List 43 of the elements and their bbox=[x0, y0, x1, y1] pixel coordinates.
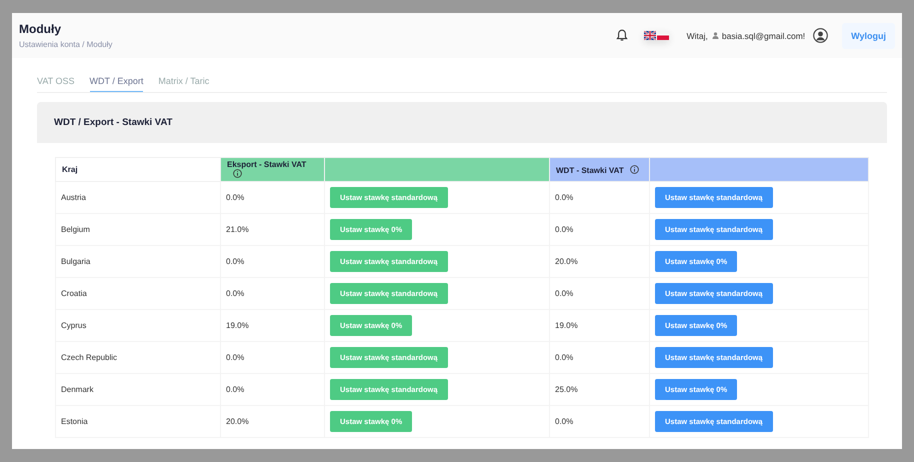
table-cell: 0.0% bbox=[550, 342, 650, 374]
tab[interactable]: WDT / Export bbox=[90, 74, 144, 92]
table-cell: 0.0% bbox=[220, 374, 324, 406]
page-title: Moduły bbox=[19, 22, 62, 36]
table-cell: Cyprus bbox=[56, 310, 220, 342]
table-cell: Croatia bbox=[56, 278, 220, 310]
column-header: Kraj bbox=[56, 158, 220, 182]
table-cell: Estonia bbox=[56, 406, 220, 438]
table-cell: 0.0% bbox=[550, 406, 650, 438]
table-cell: Bulgaria bbox=[56, 246, 220, 278]
table-cell: Austria bbox=[56, 182, 220, 214]
table-cell: 21.0% bbox=[220, 214, 324, 246]
greeting-text: Witaj, bbox=[686, 30, 708, 40]
info-icon[interactable] bbox=[233, 169, 242, 178]
table-cell: 19.0% bbox=[220, 310, 324, 342]
table-cell: 20.0% bbox=[550, 246, 650, 278]
column-header: Eksport - Stawki VAT bbox=[220, 158, 324, 182]
flag-icon[interactable] bbox=[656, 31, 669, 40]
table-cell: 0.0% bbox=[550, 278, 650, 310]
table-cell: 0.0% bbox=[550, 182, 650, 214]
tab[interactable]: Matrix / Taric bbox=[158, 74, 210, 92]
table-cell: Denmark bbox=[56, 374, 220, 406]
table-cell: Czech Republic bbox=[56, 342, 220, 374]
column-header: WDT - Stawki VAT bbox=[550, 158, 650, 182]
avatar-icon[interactable] bbox=[813, 28, 828, 43]
info-icon[interactable] bbox=[630, 164, 639, 174]
user-email: basia.sql@gmail.com! bbox=[722, 30, 806, 40]
table-cell: 0.0% bbox=[220, 342, 324, 374]
table-cell: 20.0% bbox=[220, 406, 324, 438]
table-cell: 19.0% bbox=[550, 310, 650, 342]
flag-icon[interactable] bbox=[644, 31, 656, 40]
tab[interactable]: VAT OSS bbox=[37, 74, 75, 92]
table-cell: 0.0% bbox=[220, 182, 324, 214]
logout-button[interactable]: Wyloguj bbox=[842, 22, 895, 48]
table-cell: 0.0% bbox=[220, 278, 324, 310]
bell-icon[interactable] bbox=[616, 29, 628, 42]
table-cell: Belgium bbox=[56, 214, 220, 246]
table-cell: 25.0% bbox=[550, 374, 650, 406]
user-icon bbox=[712, 32, 719, 39]
table-cell: 0.0% bbox=[220, 246, 324, 278]
table-cell: 0.0% bbox=[550, 214, 650, 246]
card-title: WDT / Export - Stawki VAT bbox=[54, 117, 172, 128]
breadcrumb: Ustawienia konta / Moduły bbox=[19, 40, 112, 49]
